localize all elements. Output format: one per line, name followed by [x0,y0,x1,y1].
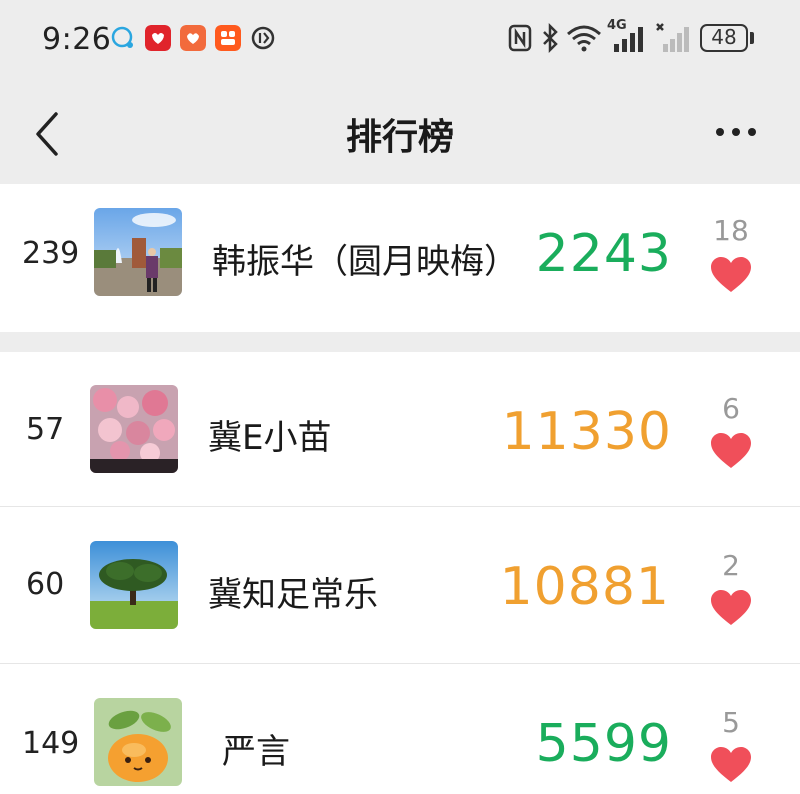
like-heart-icon[interactable] [710,256,752,294]
rank-number: 149 [22,726,80,761]
like-heart-icon[interactable] [710,746,752,784]
data-saver-icon [251,26,275,50]
status-bar: 9:26 4G 48 [0,0,800,80]
wifi-icon [567,25,601,52]
user-name: 冀知足常乐 [208,575,378,615]
like-count: 2 [722,549,740,582]
avatar[interactable] [94,208,182,296]
step-count: 2243 [535,224,672,284]
battery-level: 48 [711,25,737,49]
like-heart-icon[interactable] [710,432,752,470]
like-count: 18 [713,214,749,247]
rank-number: 60 [26,567,65,602]
my-rank-row[interactable]: 239 韩振华（圆月映梅） 2243 18 [0,184,800,332]
avatar[interactable] [94,698,182,786]
app-icon-orange [215,25,241,51]
avatar[interactable] [90,541,178,629]
step-count: 5599 [535,714,672,774]
user-name: 严言 [222,732,290,772]
more-options-button[interactable] [706,112,766,152]
battery-indicator: 48 [700,24,748,52]
rank-number: 57 [26,412,65,447]
like-heart-icon[interactable] [710,589,752,627]
rank-row[interactable]: 57 冀E小苗 11330 6 [0,352,800,506]
app-icon-red [145,25,171,51]
bluetooth-icon [543,22,558,54]
page-title: 排行榜 [345,117,454,158]
app-icon-orange-heart [180,25,206,51]
user-name: 冀E小苗 [208,418,332,458]
status-time: 9:26 [42,22,112,57]
rank-row[interactable]: 149 严言 5599 5 [0,664,800,794]
avatar[interactable] [90,385,178,473]
signal-no-service-icon [656,23,689,52]
rank-row[interactable]: 60 冀知足常乐 10881 2 [0,507,800,663]
chat-app-icon [111,26,133,48]
step-count: 11330 [501,402,672,462]
step-count: 10881 [499,557,670,617]
nfc-icon [508,24,532,52]
signal-icon [614,27,643,52]
like-count: 6 [722,392,740,425]
battery-tip [750,32,754,44]
like-count: 5 [722,706,740,739]
rank-number: 239 [22,236,80,271]
